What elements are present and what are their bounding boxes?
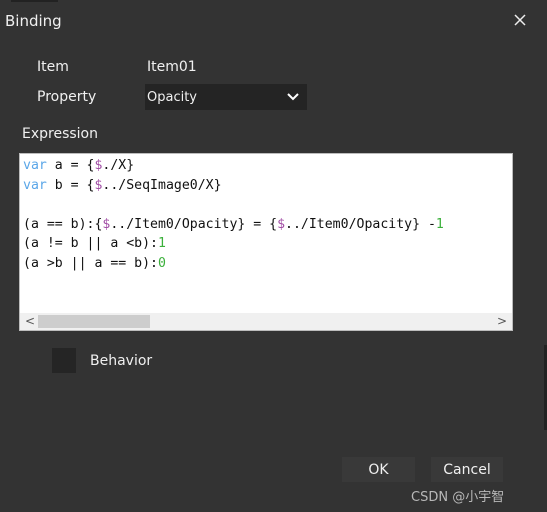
property-select-value: Opacity (147, 90, 198, 105)
code-token-number: 0 (157, 255, 166, 271)
close-icon (514, 14, 526, 26)
code-line: (a != b || a <b):1 (23, 234, 444, 254)
cancel-button[interactable]: Cancel (431, 457, 503, 482)
code-token-keyword: var (23, 177, 47, 193)
behavior-checkbox[interactable] (52, 348, 76, 373)
expression-editor[interactable]: var a = {$./X} var b = {$../SeqImage0/X}(… (19, 153, 513, 331)
code-token-text: ./X} (102, 158, 135, 173)
ok-button[interactable]: OK (342, 457, 415, 482)
item-value: Item01 (147, 59, 197, 75)
code-token-text: (a == b):{ (23, 216, 103, 232)
dialog-title: Binding (5, 12, 62, 30)
scroll-left-button[interactable]: < (25, 314, 35, 328)
item-label: Item (37, 59, 69, 75)
code-token-text: ../Item0/Opacity} = { (110, 216, 278, 232)
code-line: (a == b):{$../Item0/Opacity} = {$../Item… (23, 215, 444, 235)
scroll-right-button[interactable]: > (497, 314, 507, 328)
code-token-text: ../SeqImage0/X} (102, 177, 222, 193)
property-select[interactable]: Opacity (145, 84, 307, 110)
scrollbar-thumb[interactable] (38, 315, 150, 328)
code-token-text: b = { (46, 177, 95, 193)
code-token-text: (a >b || a == b): (23, 255, 158, 271)
expression-label: Expression (22, 126, 98, 142)
code-token-sigil: $ (277, 216, 286, 232)
expression-code[interactable]: var a = {$./X} var b = {$../SeqImage0/X}(… (23, 156, 444, 273)
code-line: var a = {$./X} (23, 156, 444, 176)
watermark: CSDN @小宇智 (411, 490, 505, 505)
code-token-text: (a != b || a <b): (23, 236, 158, 251)
code-line: var b = {$../SeqImage0/X} (23, 176, 444, 196)
close-button[interactable] (510, 10, 530, 30)
property-label: Property (37, 89, 97, 105)
code-token-text: ../Item0/Opacity} - (285, 216, 436, 232)
background-window-edge (11, 0, 58, 2)
code-token-number: 1 (435, 216, 444, 232)
horizontal-scrollbar[interactable]: < > (20, 313, 512, 330)
code-token-text: a = { (46, 158, 95, 173)
behavior-label: Behavior (90, 353, 153, 369)
code-token-number: 1 (157, 236, 166, 251)
chevron-down-icon (287, 93, 299, 101)
code-line: (a >b || a == b):0 (23, 254, 444, 274)
code-token-keyword: var (23, 158, 47, 173)
